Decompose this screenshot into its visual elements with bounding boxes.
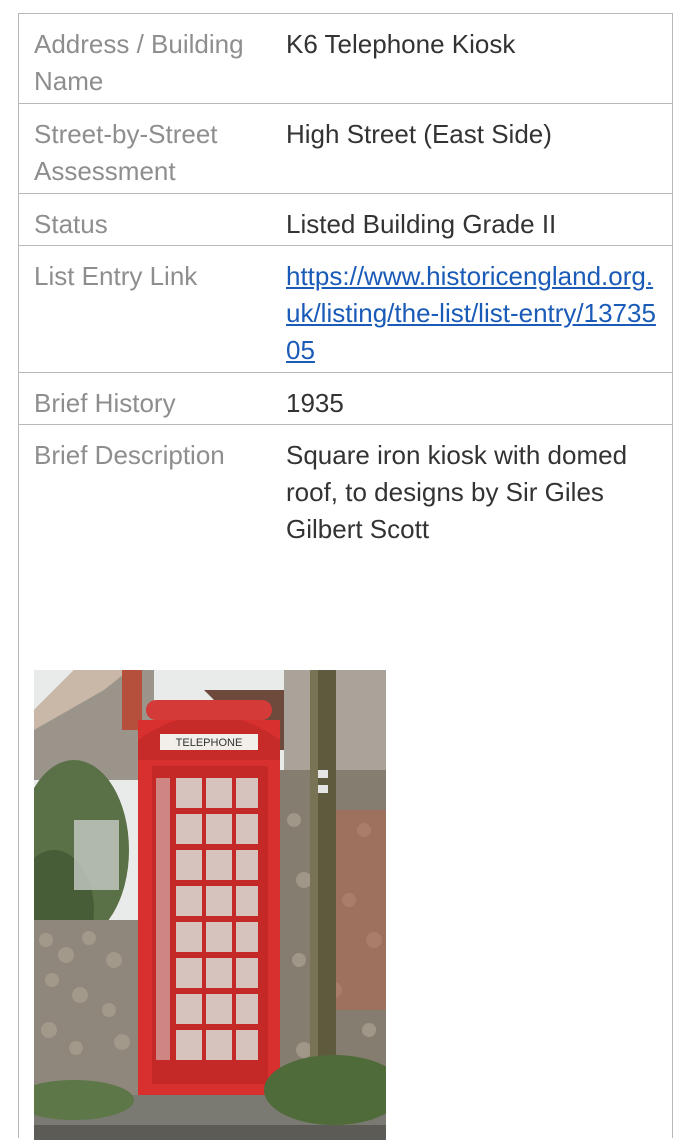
row-value-status: Listed Building Grade II xyxy=(286,209,557,239)
row-value-history: 1935 xyxy=(286,388,344,418)
kiosk-sign-text: TELEPHONE xyxy=(176,737,243,749)
row-value-street: High Street (East Side) xyxy=(286,119,552,149)
telephone-kiosk-photo: TELEPHONE xyxy=(34,670,386,1140)
row-label-description: Brief Description xyxy=(34,440,225,470)
heritage-record-table: Address / Building Name K6 Telephone Kio… xyxy=(18,13,673,1140)
row-label-list-entry: List Entry Link xyxy=(34,261,198,291)
row-value-address: K6 Telephone Kiosk xyxy=(286,29,516,59)
row-label-status: Status xyxy=(34,209,108,239)
row-value-list-entry: https://www.historicengland.org.uk/listi… xyxy=(286,258,661,369)
row-label-history: Brief History xyxy=(34,388,176,418)
table-row: Street-by-Street Assessment High Street … xyxy=(19,104,672,194)
row-label-address: Address / Building Name xyxy=(34,29,244,96)
row-label-street: Street-by-Street Assessment xyxy=(34,119,218,186)
table-row: Address / Building Name K6 Telephone Kio… xyxy=(19,14,672,104)
row-value-description: Square iron kiosk with domed roof, to de… xyxy=(286,440,628,544)
table-row: Brief History 1935 xyxy=(19,373,672,425)
list-entry-link[interactable]: https://www.historicengland.org.uk/listi… xyxy=(286,261,656,365)
table-row: Status Listed Building Grade II xyxy=(19,194,672,246)
table-row: List Entry Link https://www.historicengl… xyxy=(19,246,672,373)
